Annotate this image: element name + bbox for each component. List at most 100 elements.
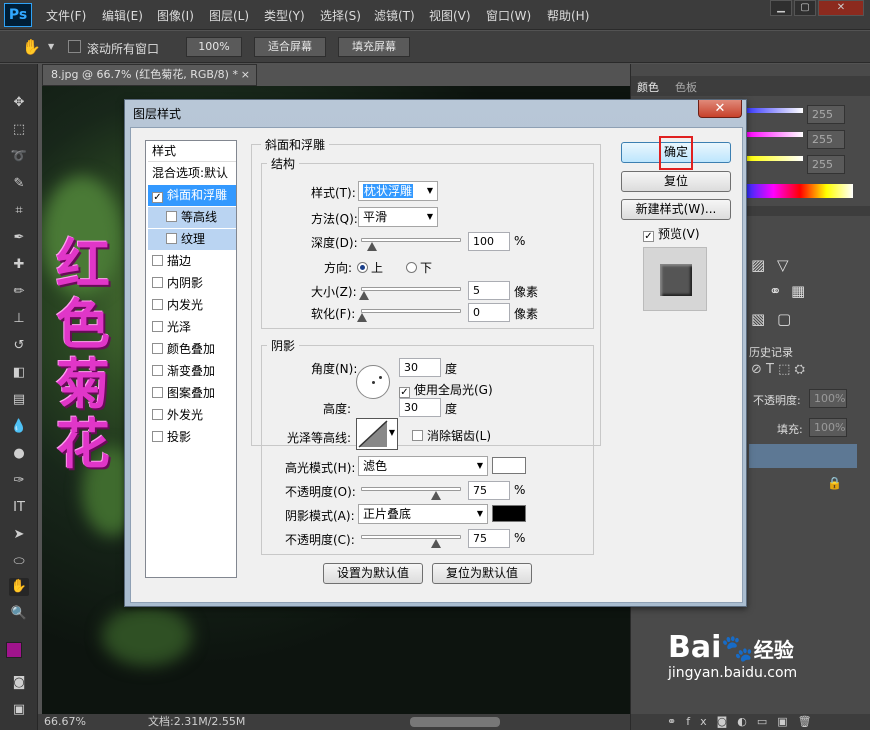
shape-tool-icon[interactable]: ⬭ [9, 553, 29, 571]
red-slider[interactable] [747, 108, 803, 113]
color-ramp[interactable] [747, 184, 853, 198]
eraser-tool-icon[interactable]: ◧ [9, 364, 29, 382]
tab-color[interactable]: 颜色 [637, 79, 659, 95]
angle-input[interactable]: 30 [399, 358, 441, 377]
menu-select[interactable]: 选择(S) [320, 7, 361, 24]
blue-value[interactable]: 255 [807, 155, 845, 174]
close-tab-icon[interactable]: × [241, 65, 250, 85]
tab-swatches[interactable]: 色板 [675, 79, 697, 95]
antialias-checkbox[interactable]: 消除锯齿(L) [412, 427, 491, 444]
style-item[interactable]: 渐变叠加 [148, 361, 236, 382]
fill-value[interactable]: 100% [809, 418, 847, 437]
levels-icon[interactable]: ▨ [751, 256, 765, 274]
style-item[interactable]: 等高线 [148, 207, 236, 228]
direction-down-radio[interactable]: 下 [406, 259, 432, 276]
style-item[interactable]: 内阴影 [148, 273, 236, 294]
shadow-opacity-thumb[interactable] [430, 539, 441, 548]
menu-file[interactable]: 文件(F) [46, 7, 86, 24]
size-slider[interactable] [358, 287, 461, 300]
layer-filter-icons[interactable]: ⊘ T ⬚ ⛭ [751, 362, 805, 377]
hand-tool-active-icon[interactable]: ✋ [9, 578, 29, 596]
chevron-down-icon[interactable]: ▼ [48, 42, 54, 51]
shadow-mode-select[interactable]: 正片叠底 ▼ [358, 504, 488, 524]
shadow-color-swatch[interactable] [492, 505, 526, 522]
make-default-button[interactable]: 设置为默认值 [323, 563, 423, 584]
style-item[interactable]: ✓ 斜面和浮雕 [148, 185, 236, 206]
checkbox-icon[interactable] [152, 299, 163, 310]
depth-slider-thumb[interactable] [366, 242, 377, 251]
size-slider-thumb[interactable] [358, 291, 369, 300]
menu-window[interactable]: 窗口(W) [486, 7, 531, 24]
styles-header[interactable]: 样式 [148, 141, 236, 162]
stamp-tool-icon[interactable]: ⊥ [9, 310, 29, 328]
blend-options-item[interactable]: 混合选项:默认 [148, 163, 236, 184]
checkbox-icon[interactable] [152, 365, 163, 376]
style-item[interactable]: 外发光 [148, 405, 236, 426]
opacity-value[interactable]: 100% [809, 389, 847, 408]
checkbox-icon[interactable] [166, 233, 177, 244]
red-value[interactable]: 255 [807, 105, 845, 124]
reset-default-button[interactable]: 复位为默认值 [432, 563, 532, 584]
hand-tool-icon[interactable]: ✋ [22, 38, 41, 56]
horizontal-scrollbar[interactable] [410, 717, 500, 727]
checkbox-icon[interactable] [152, 277, 163, 288]
checkbox-icon[interactable] [166, 211, 177, 222]
menu-filter[interactable]: 滤镜(T) [374, 7, 415, 24]
menu-edit[interactable]: 编辑(E) [102, 7, 143, 24]
dodge-tool-icon[interactable]: ● [9, 445, 29, 463]
checkbox-icon[interactable] [152, 343, 163, 354]
highlight-mode-select[interactable]: 滤色 ▼ [358, 456, 488, 476]
document-tab[interactable]: 8.jpg @ 66.7% (红色菊花, RGB/8) * × [42, 64, 257, 86]
scroll-all-checkbox[interactable] [68, 40, 81, 53]
menu-help[interactable]: 帮助(H) [547, 7, 589, 24]
depth-slider[interactable] [361, 238, 461, 251]
menu-view[interactable]: 视图(V) [429, 7, 471, 24]
green-slider[interactable] [747, 132, 803, 137]
menu-image[interactable]: 图像(I) [157, 7, 194, 24]
path-select-icon[interactable]: ➤ [9, 526, 29, 544]
invert-icon[interactable]: ▧ [751, 310, 765, 328]
preview-checkbox[interactable]: ✓ 预览(V) [643, 225, 700, 242]
style-item[interactable]: 描边 [148, 251, 236, 272]
checkbox-icon[interactable] [152, 255, 163, 266]
threshold-icon[interactable]: ▢ [777, 310, 791, 328]
reset-button[interactable]: 复位 [621, 171, 731, 192]
layer-row-selected[interactable] [749, 444, 857, 468]
screen-mode-icon[interactable]: ▣ [9, 701, 29, 719]
tab-history[interactable]: 历史记录 [749, 344, 793, 360]
checkbox-icon[interactable] [152, 387, 163, 398]
style-item[interactable]: 纹理 [148, 229, 236, 250]
style-item[interactable]: 内发光 [148, 295, 236, 316]
quick-select-icon[interactable]: ✎ [9, 175, 29, 193]
soften-slider-thumb[interactable] [357, 313, 367, 322]
direction-up-radio[interactable]: 上 [357, 259, 383, 276]
foreground-color-swatch[interactable] [6, 642, 22, 658]
move-tool-icon[interactable]: ✥ [9, 94, 29, 112]
shadow-opacity-input[interactable]: 75 [468, 529, 510, 548]
eyedropper-icon[interactable]: ✒ [9, 229, 29, 247]
green-value[interactable]: 255 [807, 130, 845, 149]
history-brush-icon[interactable]: ↺ [9, 337, 29, 355]
highlight-opacity-slider[interactable] [361, 487, 461, 500]
channel-mixer-icon[interactable]: ⚭ [769, 282, 782, 300]
pen-tool-icon[interactable]: ✑ [9, 472, 29, 490]
gradient-tool-icon[interactable]: ▤ [9, 391, 29, 409]
size-input[interactable]: 5 [468, 281, 510, 300]
style-item[interactable]: 颜色叠加 [148, 339, 236, 360]
triangle-icon[interactable]: ▽ [777, 256, 789, 274]
soften-slider[interactable] [357, 309, 461, 322]
blue-slider[interactable] [747, 156, 803, 161]
bevel-style-select[interactable]: 枕状浮雕 ▼ [358, 181, 438, 201]
fill-screen-button[interactable]: 填充屏幕 [338, 37, 410, 57]
marquee-tool-icon[interactable]: ⬚ [9, 121, 29, 139]
highlight-opacity-thumb[interactable] [430, 491, 441, 500]
maximize-icon[interactable]: ▢ [794, 0, 816, 16]
brush-tool-icon[interactable]: ✏ [9, 283, 29, 301]
angle-dial[interactable] [356, 365, 390, 399]
fit-screen-button[interactable]: 适合屏幕 [254, 37, 326, 57]
shadow-opacity-slider[interactable] [361, 535, 461, 548]
soften-input[interactable]: 0 [468, 303, 510, 322]
lasso-tool-icon[interactable]: ➰ [9, 148, 29, 166]
style-item[interactable]: 图案叠加 [148, 383, 236, 404]
blur-tool-icon[interactable]: 💧 [9, 418, 29, 436]
